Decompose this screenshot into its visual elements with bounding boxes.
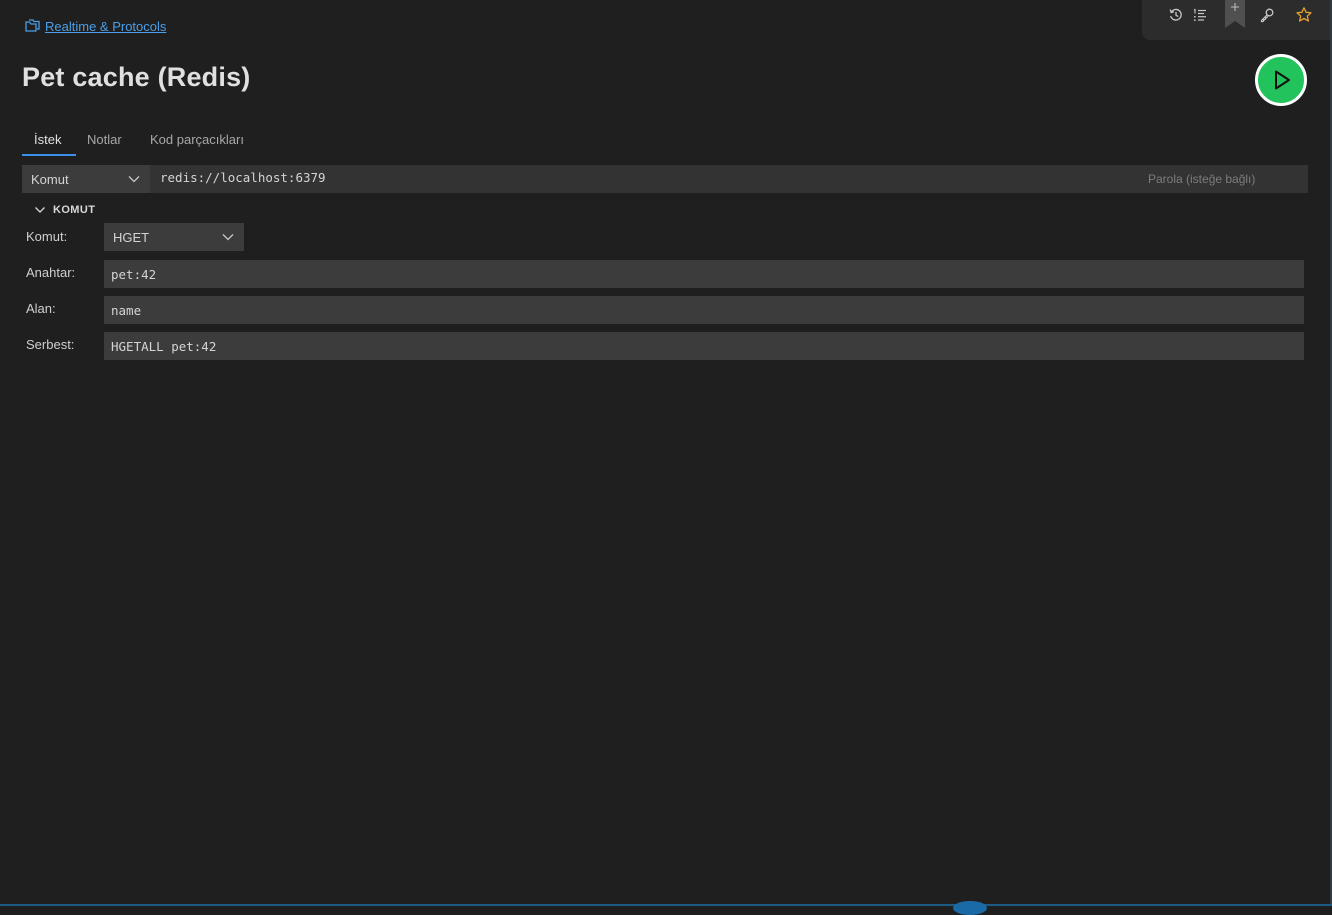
chevron-down-icon xyxy=(128,175,140,183)
password-input[interactable]: Parola (isteğe bağlı) xyxy=(1148,165,1308,193)
command-label: Komut: xyxy=(26,229,68,244)
chevron-down-icon xyxy=(222,233,234,241)
section-toggle-komut[interactable]: KOMUT xyxy=(34,204,95,216)
mode-select-value: Komut xyxy=(31,171,69,187)
run-button[interactable] xyxy=(1255,54,1307,106)
chevron-down-icon xyxy=(34,206,46,214)
folder-icon xyxy=(24,18,41,34)
page-title: Pet cache (Redis) xyxy=(22,62,251,92)
raw-label: Serbest: xyxy=(26,337,75,352)
star-icon[interactable] xyxy=(1292,0,1316,30)
tab-notes[interactable]: Notlar xyxy=(76,124,138,156)
key-input[interactable]: pet:42 xyxy=(104,260,1304,288)
breadcrumb: Realtime & Protocols xyxy=(24,17,166,35)
section-title: KOMUT xyxy=(53,204,96,216)
bottom-resize-handle[interactable] xyxy=(953,901,987,915)
field-input[interactable]: name xyxy=(104,296,1304,324)
top-toolbar xyxy=(1142,0,1330,40)
bookmark-add-icon[interactable] xyxy=(1224,0,1246,30)
breadcrumb-link[interactable]: Realtime & Protocols xyxy=(45,19,166,34)
request-bar: Komut redis://localhost:6379 Parola (ist… xyxy=(22,165,1308,193)
command-select-value: HGET xyxy=(113,229,150,245)
field-label: Alan: xyxy=(26,301,56,316)
command-select[interactable]: HGET xyxy=(104,223,244,251)
history-icon[interactable] xyxy=(1164,0,1188,30)
tab-request[interactable]: İstek xyxy=(22,124,76,156)
play-icon xyxy=(1269,68,1293,92)
list-icon[interactable] xyxy=(1188,0,1212,30)
raw-command-input[interactable]: HGETALL pet:42 xyxy=(104,332,1304,360)
request-tabs: İstek Notlar Kod parçacıkları xyxy=(22,124,248,158)
key-label: Anahtar: xyxy=(26,265,76,280)
tab-snippets[interactable]: Kod parçacıkları xyxy=(138,124,248,156)
mode-select[interactable]: Komut xyxy=(22,165,150,193)
url-input[interactable]: redis://localhost:6379 xyxy=(150,165,1148,193)
key-icon[interactable] xyxy=(1255,0,1279,30)
